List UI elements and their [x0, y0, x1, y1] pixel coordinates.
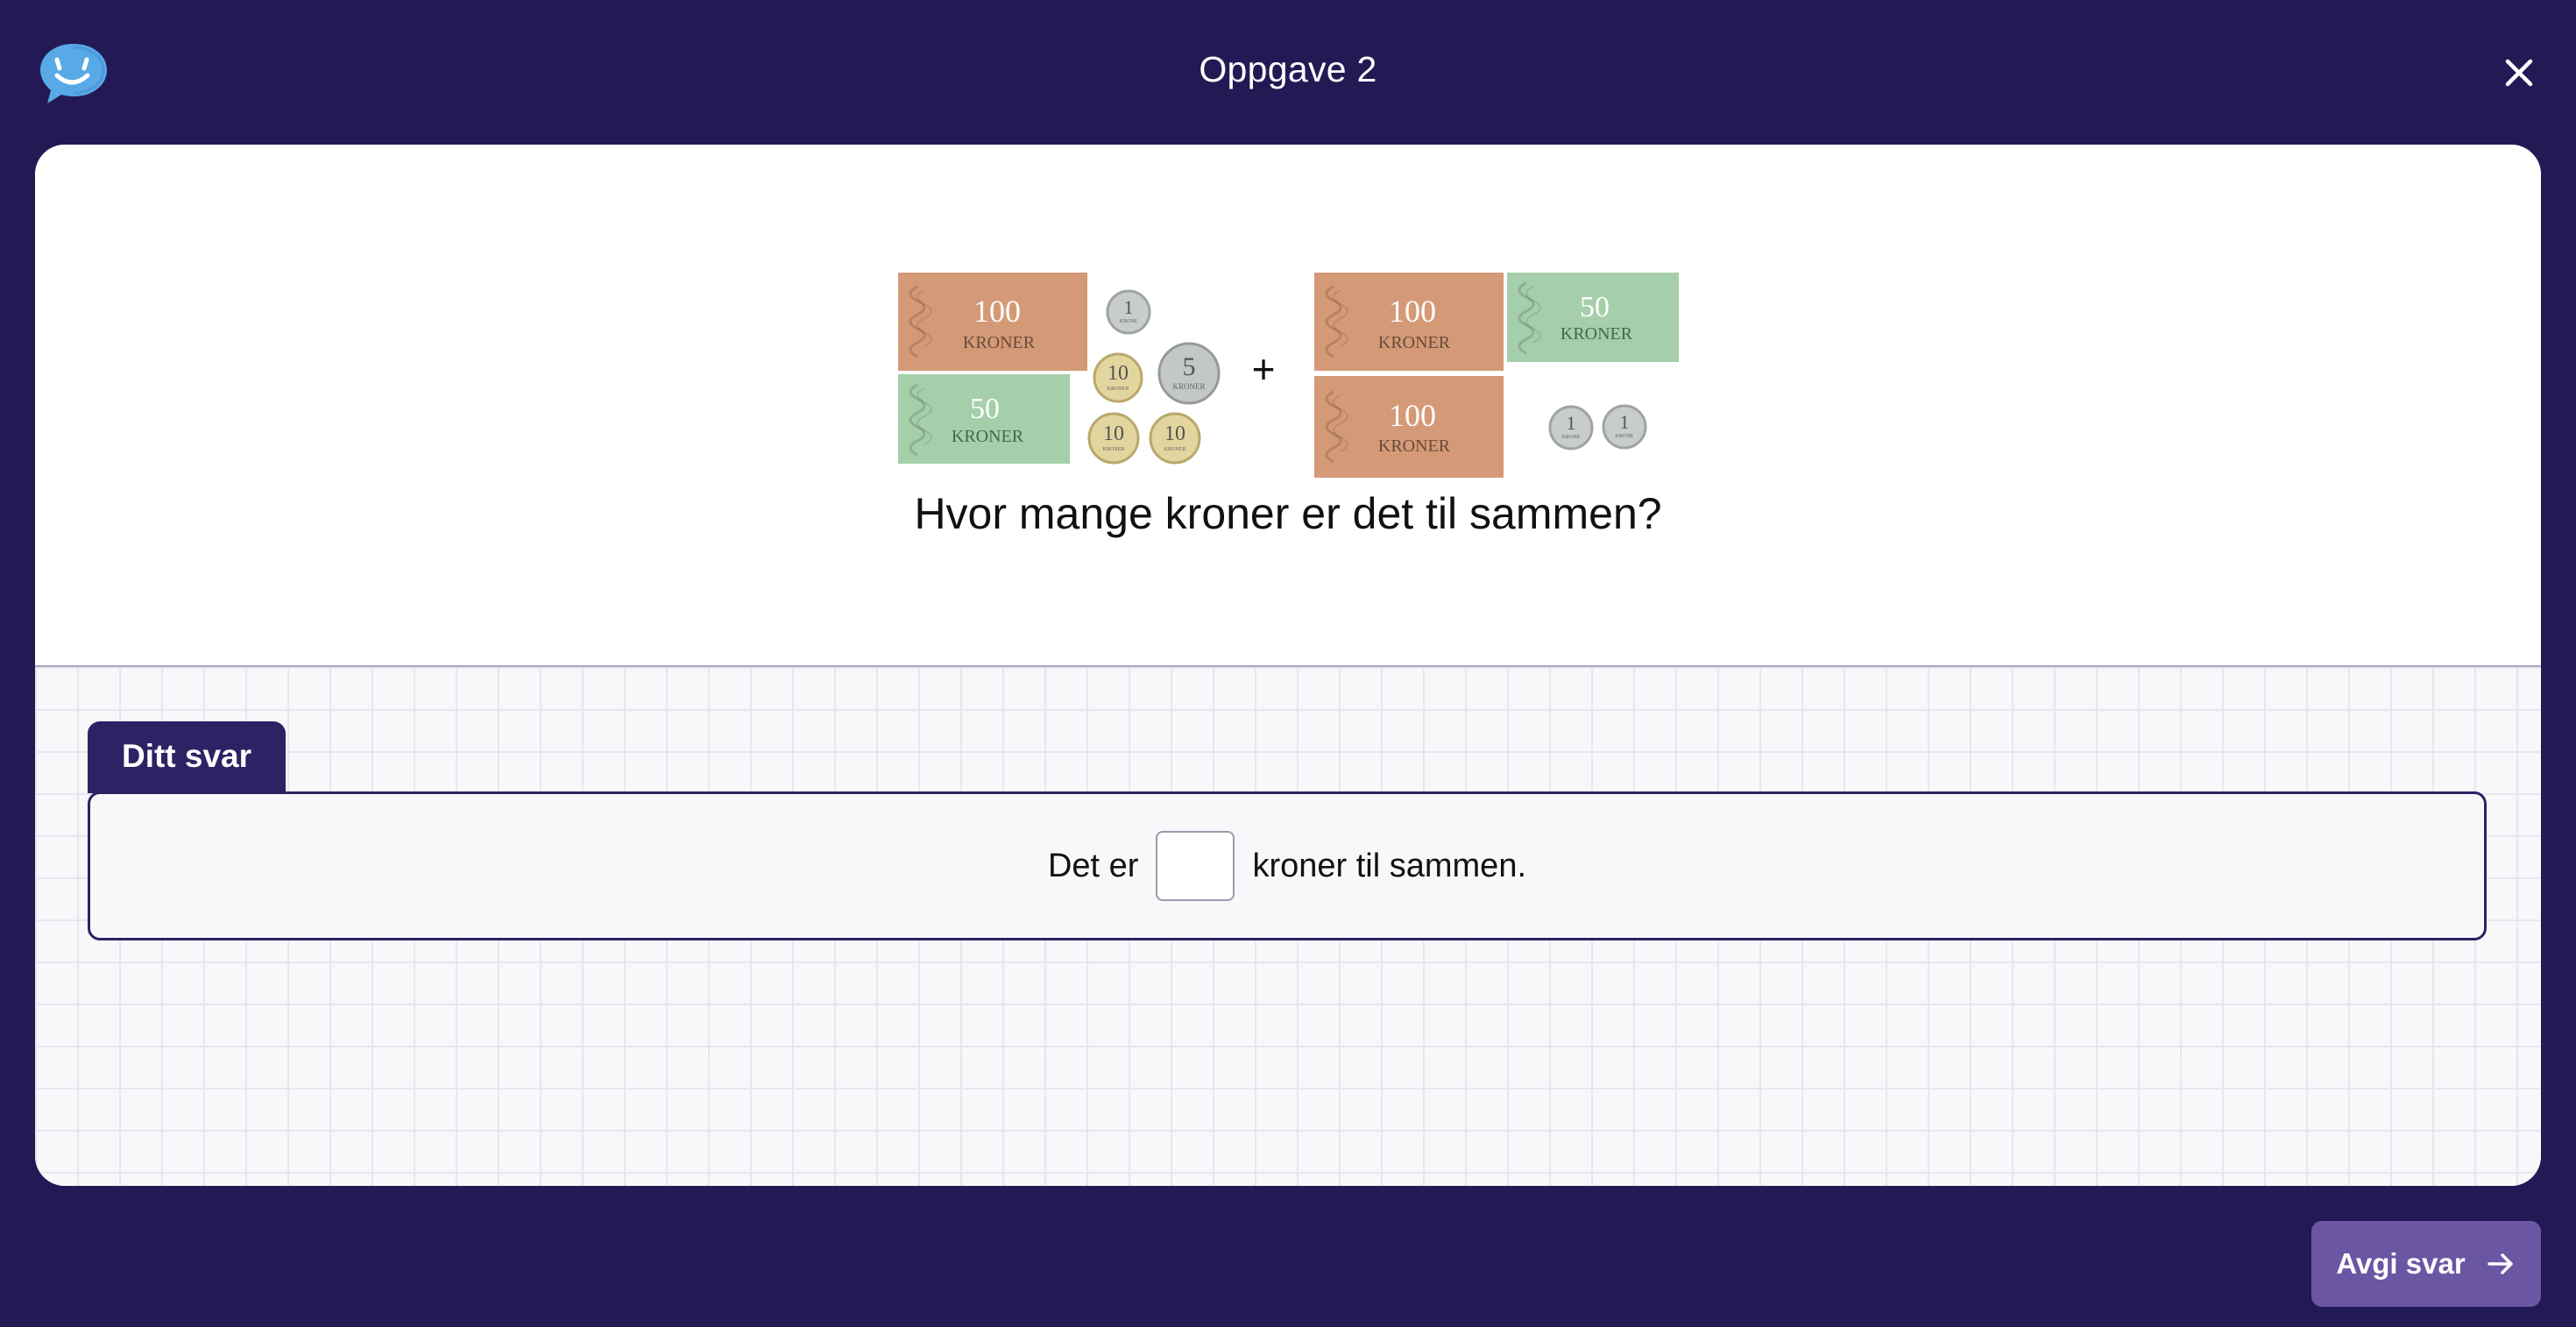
svg-text:KRONER: KRONER — [1108, 387, 1129, 392]
plus-sign: + — [1252, 346, 1276, 392]
question-panel: 100 KRONER 50 KRONER 1 KRONE 10 KRONER 5… — [35, 145, 2541, 665]
svg-text:1: 1 — [1620, 411, 1630, 433]
coin-10: 10 KRONER — [1149, 412, 1201, 465]
money-group-1: 100 KRONER 50 KRONER 1 KRONE 10 KRONER 5… — [898, 273, 1221, 465]
coin-1: 1 KRONE — [1548, 405, 1594, 451]
svg-text:KRONER: KRONER — [952, 427, 1024, 446]
task-card: 100 KRONER 50 KRONER 1 KRONE 10 KRONER 5… — [35, 145, 2541, 1186]
svg-text:KRONER: KRONER — [1164, 447, 1186, 452]
coin-10: 10 KRONER — [1087, 412, 1140, 465]
banknote-100: 100 KRONER — [898, 273, 1087, 371]
answer-prefix: Det er — [1047, 847, 1139, 884]
svg-text:KRONER: KRONER — [1378, 333, 1451, 352]
svg-text:50: 50 — [970, 393, 1000, 425]
answer-sentence: Det er kroner til sammen. — [90, 794, 2484, 938]
tab-ditt-svar: Ditt svar — [88, 721, 286, 793]
banknote-50: 50 KRONER — [1507, 273, 1679, 362]
svg-text:KRONER: KRONER — [963, 333, 1036, 352]
answer-input[interactable] — [1156, 831, 1235, 901]
svg-text:5: 5 — [1183, 352, 1196, 381]
svg-text:KRONER: KRONER — [1378, 436, 1451, 456]
banknote-100: 100 KRONER — [1314, 376, 1504, 478]
close-button[interactable] — [2497, 51, 2541, 95]
svg-text:50: 50 — [1580, 291, 1610, 323]
arrow-right-icon — [2487, 1253, 2513, 1274]
money-illustration: 100 KRONER 50 KRONER 1 KRONE 10 KRONER 5… — [898, 273, 1679, 478]
coin-1: 1 KRONE — [1106, 289, 1151, 335]
answer-area: Ditt svar Det er kroner til sammen. — [35, 665, 2541, 1186]
svg-text:10: 10 — [1103, 422, 1124, 445]
svg-text:1: 1 — [1567, 412, 1576, 434]
svg-text:KRONER: KRONER — [1560, 324, 1633, 344]
coin-1: 1 KRONE — [1602, 404, 1647, 450]
close-icon — [2505, 59, 2533, 87]
banknote-50: 50 KRONER — [898, 374, 1070, 464]
answer-suffix: kroner til sammen. — [1252, 847, 1527, 884]
svg-text:1: 1 — [1124, 296, 1134, 318]
svg-text:100: 100 — [973, 294, 1021, 329]
svg-text:100: 100 — [1389, 294, 1436, 329]
svg-text:KRONE: KRONE — [1562, 435, 1581, 440]
submit-label: Avgi svar — [2336, 1247, 2466, 1280]
page-title: Oppgave 2 — [1199, 49, 1377, 89]
svg-text:KRONER: KRONER — [1103, 447, 1125, 452]
coin-5: 5 KRONER — [1157, 342, 1221, 405]
coin-10: 10 KRONER — [1093, 352, 1143, 403]
svg-text:10: 10 — [1164, 422, 1185, 445]
svg-text:KRONE: KRONE — [1616, 434, 1634, 439]
banknote-100: 100 KRONER — [1314, 273, 1504, 371]
svg-text:KRONE: KRONE — [1120, 319, 1138, 324]
question-text: Hvor mange kroner er det til sammen? — [914, 489, 1662, 538]
svg-text:KRONER: KRONER — [1172, 382, 1205, 391]
answer-box: Det er kroner til sammen. — [88, 791, 2487, 940]
submit-answer-button[interactable]: Avgi svar — [2311, 1221, 2541, 1307]
svg-text:100: 100 — [1389, 398, 1436, 433]
money-group-2: 100 KRONER 50 KRONER 100 KRONER 1 KRONE … — [1314, 273, 1679, 478]
top-bar: Oppgave 2 — [0, 0, 2576, 145]
svg-text:10: 10 — [1108, 362, 1129, 385]
